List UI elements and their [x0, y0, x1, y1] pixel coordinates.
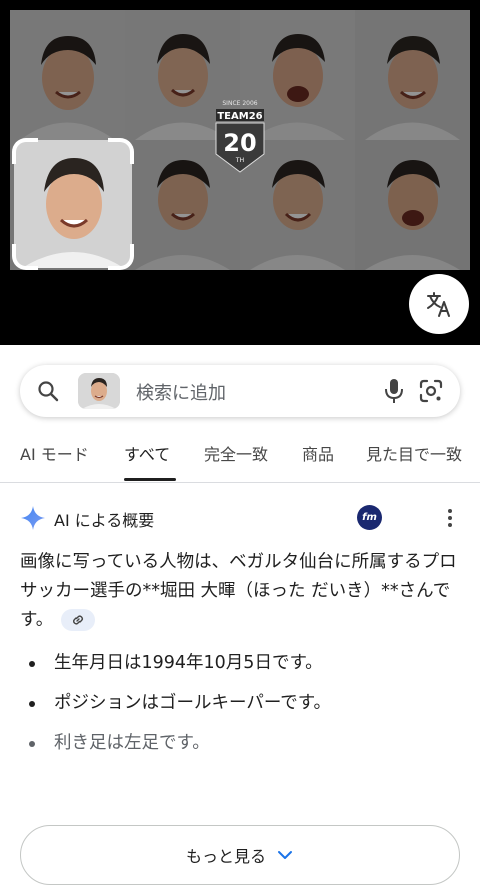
google-lens-icon[interactable]	[418, 378, 444, 404]
list-item: ポジションはゴールキーパーです。	[20, 690, 460, 716]
svg-text:20: 20	[223, 129, 256, 157]
chevron-down-icon	[278, 851, 292, 859]
source-logo[interactable]: fm	[357, 505, 382, 530]
source-logo-text: fm	[362, 512, 377, 523]
tab-ai-mode[interactable]: AI モード	[20, 441, 89, 465]
image-viewer: SINCE 2006 TEAM26 20 TH	[0, 0, 480, 345]
search-image-thumbnail[interactable]	[78, 373, 120, 409]
link-icon	[73, 615, 84, 625]
citation-link-button[interactable]	[61, 609, 96, 631]
crop-handle-top-left[interactable]	[12, 138, 38, 164]
tab-all[interactable]: すべて	[124, 441, 170, 465]
more-options-icon[interactable]	[440, 507, 460, 529]
search-input[interactable]: 検索に追加	[136, 379, 226, 405]
crop-handle-top-right[interactable]	[108, 138, 134, 164]
team-anniversary-logo: SINCE 2006 TEAM26 20 TH	[212, 96, 268, 176]
ai-sparkle-icon	[21, 506, 45, 530]
svg-text:SINCE 2006: SINCE 2006	[222, 100, 257, 107]
active-tab-indicator	[124, 478, 176, 481]
ai-overview-summary: 画像に写っている人物は、ベガルタ仙台に所属するプロサッカー選手の**堀田 大暉（…	[20, 548, 460, 635]
ai-overview-title: AI による概要	[54, 511, 155, 530]
show-more-label: もっと見る	[185, 847, 266, 866]
search-tabs: AI モード すべて 完全一致 商品 見た目で一致	[0, 435, 480, 483]
photo-tile	[355, 10, 470, 140]
results-sheet: 検索に追加 AI モード すべて 完全一致 商品 見た目で一致 AI による概要…	[0, 345, 480, 895]
search-bar[interactable]: 検索に追加	[20, 365, 460, 417]
translate-button[interactable]	[409, 274, 469, 334]
show-more-button[interactable]: もっと見る	[20, 825, 460, 885]
search-icon[interactable]	[36, 379, 60, 403]
translate-icon	[427, 292, 450, 317]
svg-text:TEAM26: TEAM26	[217, 111, 262, 122]
ai-overview-header: AI による概要 fm	[20, 505, 460, 531]
ai-overview-bullets: 生年月日は1994年10月5日です。 ポジションはゴールキーパーです。 利き足は…	[20, 650, 460, 770]
list-item: 利き足は左足です。	[20, 730, 460, 756]
tab-visual-matches[interactable]: 見た目で一致	[366, 441, 462, 465]
photo-tile	[355, 140, 470, 270]
tab-products[interactable]: 商品	[302, 441, 334, 465]
photo-tile	[10, 10, 125, 140]
list-item: 生年月日は1994年10月5日です。	[20, 650, 460, 676]
tab-exact-match[interactable]: 完全一致	[204, 441, 268, 465]
microphone-icon[interactable]	[384, 377, 404, 405]
svg-text:TH: TH	[235, 157, 244, 164]
crop-handle-bottom-left[interactable]	[12, 244, 38, 270]
